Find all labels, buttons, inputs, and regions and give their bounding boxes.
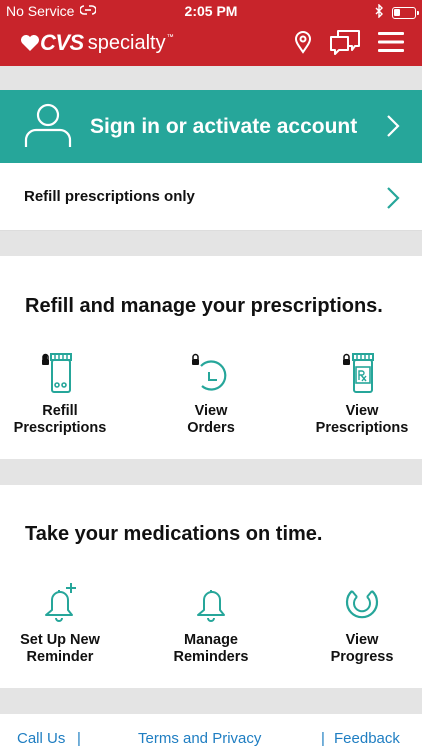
- status-bar: No Service 2:05 PM: [0, 0, 422, 22]
- app-header: No Service 2:05 PM CVS specialty ™: [0, 0, 422, 66]
- footer-separator: |: [77, 730, 81, 747]
- tile-label-line2: Orders: [187, 420, 235, 436]
- tile-label-line1: View: [345, 403, 379, 419]
- user-icon: [24, 100, 72, 153]
- section-divider: [0, 459, 422, 485]
- manage-reminders-tile[interactable]: Manage Reminders: [146, 581, 276, 666]
- signin-banner[interactable]: Sign in or activate account: [0, 90, 422, 163]
- section-divider: [0, 688, 422, 714]
- feedback-link[interactable]: Feedback: [334, 730, 400, 747]
- tile-label-line1: Manage: [184, 632, 238, 648]
- footer-links: Call Us | Terms and Privacy | Feedback: [0, 724, 422, 750]
- bluetooth-icon: [375, 3, 384, 21]
- signin-label: Sign in or activate account: [90, 114, 358, 138]
- footer-separator: |: [321, 730, 325, 747]
- call-us-link[interactable]: Call Us: [17, 730, 65, 747]
- brand-main: CVS: [40, 30, 84, 55]
- tile-label-line1: Refill: [42, 403, 78, 419]
- view-prescriptions-tile[interactable]: View Prescriptions: [297, 352, 422, 437]
- status-time: 2:05 PM: [184, 3, 238, 19]
- tile-label-line2: Progress: [330, 649, 394, 665]
- location-pin-icon[interactable]: [294, 30, 312, 59]
- chevron-right-icon: [386, 186, 400, 215]
- progress-ring-icon: [345, 590, 379, 619]
- tile-label-line1: Set Up New: [20, 632, 100, 648]
- section-divider: [0, 231, 422, 256]
- tile-label-line2: Prescriptions: [13, 420, 107, 436]
- chat-icon[interactable]: [328, 28, 362, 61]
- menu-icon[interactable]: [378, 31, 404, 58]
- prescriptions-section: Refill and manage your prescriptions. Re…: [0, 256, 422, 459]
- prescription-bottle-icon: [42, 353, 72, 393]
- tile-label-line1: View: [194, 403, 228, 419]
- prescriptions-title: Refill and manage your prescriptions.: [25, 295, 383, 317]
- view-progress-tile[interactable]: View Progress: [297, 581, 422, 666]
- refill-prescriptions-tile[interactable]: Refill Prescriptions: [0, 352, 125, 437]
- bell-plus-icon: [45, 583, 76, 622]
- set-up-new-reminder-tile[interactable]: Set Up New Reminder: [0, 581, 125, 666]
- bell-icon: [197, 590, 225, 622]
- tile-label-line2: Reminders: [173, 649, 249, 665]
- view-orders-tile[interactable]: View Orders: [146, 352, 276, 437]
- brand-trademark: ™: [166, 33, 174, 41]
- refill-prescriptions-only-row[interactable]: Refill prescriptions only: [0, 163, 422, 231]
- battery-icon: [392, 6, 419, 19]
- refill-only-label: Refill prescriptions only: [24, 188, 195, 205]
- reminders-title: Take your medications on time.: [25, 523, 323, 545]
- cvs-specialty-logo[interactable]: CVS specialty ™: [20, 30, 174, 56]
- tile-label-line2: Reminder: [26, 649, 94, 665]
- tile-label-line1: View: [345, 632, 379, 648]
- terms-privacy-link[interactable]: Terms and Privacy: [138, 730, 261, 747]
- order-history-icon: [192, 353, 227, 391]
- reminders-section: Take your medications on time. Set Up Ne…: [0, 485, 422, 688]
- tile-label-line2: Prescriptions: [315, 420, 409, 436]
- chevron-right-icon: [386, 114, 400, 143]
- heart-logo-icon: [21, 35, 39, 51]
- brand-sub: specialty: [87, 31, 166, 54]
- rx-bottle-icon: [343, 353, 374, 393]
- section-divider: [0, 66, 422, 90]
